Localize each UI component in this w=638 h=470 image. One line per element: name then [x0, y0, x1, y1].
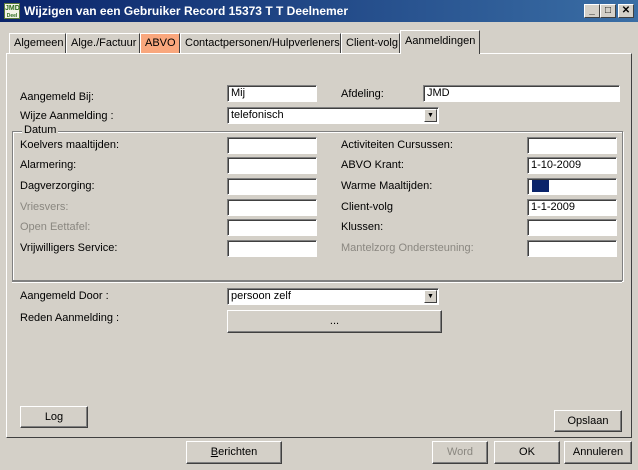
client-volg-field[interactable]: 1-1-2009 — [527, 199, 617, 216]
dagverzorging-field[interactable] — [227, 178, 317, 195]
aangemeld-door-select[interactable]: persoon zelf ▼ — [227, 288, 439, 305]
chevron-down-icon[interactable]: ▼ — [424, 290, 437, 303]
maximize-button[interactable]: □ — [600, 4, 616, 18]
close-button[interactable]: ✕ — [618, 4, 634, 18]
chevron-down-icon[interactable]: ▼ — [424, 109, 437, 122]
alarmering-label: Alarmering: — [20, 159, 77, 171]
tab-alge-factuur[interactable]: Alge./Factuur — [66, 33, 140, 53]
client-volg-label: Client-volg — [341, 201, 393, 213]
open-eettafel-label: Open Eettafel: — [20, 221, 91, 233]
aangemeld-door-value: persoon zelf — [231, 290, 291, 302]
tab-label: Aanmeldingen — [405, 35, 476, 47]
minimize-button[interactable]: _ — [584, 4, 600, 18]
aangemeld-door-label: Aangemeld Door : — [20, 290, 109, 302]
wijze-aanmelding-value: telefonisch — [231, 109, 284, 121]
aangemeld-bij-field[interactable]: Mij — [227, 85, 317, 102]
berichten-label: erichten — [218, 446, 258, 458]
tab-label: ABVO — [145, 37, 176, 49]
tab-label: Client-volg — [346, 37, 398, 49]
aangemeld-bij-label: Aangemeld Bij: — [20, 91, 94, 103]
vrijwilligers-service-label: Vrijwilligers Service: — [20, 242, 118, 254]
ok-button[interactable]: OK — [494, 441, 560, 464]
reden-aanmelding-label: Reden Aanmelding : — [20, 312, 120, 324]
vriesvers-label: Vriesvers: — [20, 201, 69, 213]
tab-aanmeldingen[interactable]: Aanmeldingen — [400, 30, 480, 54]
klussen-label: Klussen: — [341, 221, 384, 233]
wijze-aanmelding-select[interactable]: telefonisch ▼ — [227, 107, 439, 124]
abvo-krant-label: ABVO Krant: — [341, 159, 404, 171]
afdeling-field[interactable]: JMD — [423, 85, 620, 102]
app-icon[interactable]: JMD Deel — [4, 3, 20, 19]
afdeling-label: Afdeling: — [341, 88, 384, 100]
tab-label: Algemeen — [14, 37, 64, 49]
datum-group-label: Datum — [22, 124, 59, 136]
open-eettafel-field[interactable] — [227, 219, 317, 236]
berichten-button[interactable]: Berichten — [186, 441, 282, 464]
klussen-field[interactable] — [527, 219, 617, 236]
word-button[interactable]: Word — [432, 441, 488, 464]
opslaan-button[interactable]: Opslaan — [554, 410, 622, 432]
app-icon-text-top: JMD — [5, 5, 20, 12]
tab-algemeen[interactable]: Algemeen — [9, 33, 66, 53]
log-button[interactable]: Log — [20, 406, 88, 428]
separator — [12, 281, 622, 283]
tab-abvo[interactable]: ABVO — [140, 33, 180, 53]
mantelzorg-ondersteuning-field[interactable] — [527, 240, 617, 257]
reden-aanmelding-button[interactable]: ... — [227, 310, 442, 333]
koelvers-maaltijden-field[interactable] — [227, 137, 317, 154]
maximize-icon: □ — [604, 5, 612, 16]
warme-maaltijden-field[interactable] — [527, 178, 617, 195]
vriesvers-field[interactable] — [227, 199, 317, 216]
tab-contactpersonen[interactable]: Contactpersonen/Hulpverleners — [180, 33, 341, 53]
window-title: Wijzigen van een Gebruiker Record 15373 … — [24, 4, 349, 18]
close-icon: ✕ — [621, 5, 631, 16]
activiteiten-cursussen-field[interactable] — [527, 137, 617, 154]
berichten-mnemonic: B — [210, 446, 219, 458]
vrijwilligers-service-field[interactable] — [227, 240, 317, 257]
alarmering-field[interactable] — [227, 157, 317, 174]
tab-client-volg[interactable]: Client-volg — [341, 33, 400, 53]
mantelzorg-ondersteuning-label: Mantelzorg Ondersteuning: — [341, 242, 474, 254]
activiteiten-cursussen-label: Activiteiten Cursussen: — [341, 139, 453, 151]
annuleren-button[interactable]: Annuleren — [564, 441, 632, 464]
text-selection-highlight — [532, 180, 549, 192]
app-icon-text-bottom: Deel — [6, 13, 18, 19]
wijze-aanmelding-label: Wijze Aanmelding : — [20, 110, 114, 122]
tab-label: Alge./Factuur — [71, 37, 137, 49]
warme-maaltijden-label: Warme Maaltijden: — [341, 180, 433, 192]
minimize-icon: _ — [589, 5, 595, 16]
koelvers-maaltijden-label: Koelvers maaltijden: — [20, 139, 120, 151]
dagverzorging-label: Dagverzorging: — [20, 180, 95, 192]
abvo-krant-field[interactable]: 1-10-2009 — [527, 157, 617, 174]
tab-label: Contactpersonen/Hulpverleners — [185, 37, 340, 49]
